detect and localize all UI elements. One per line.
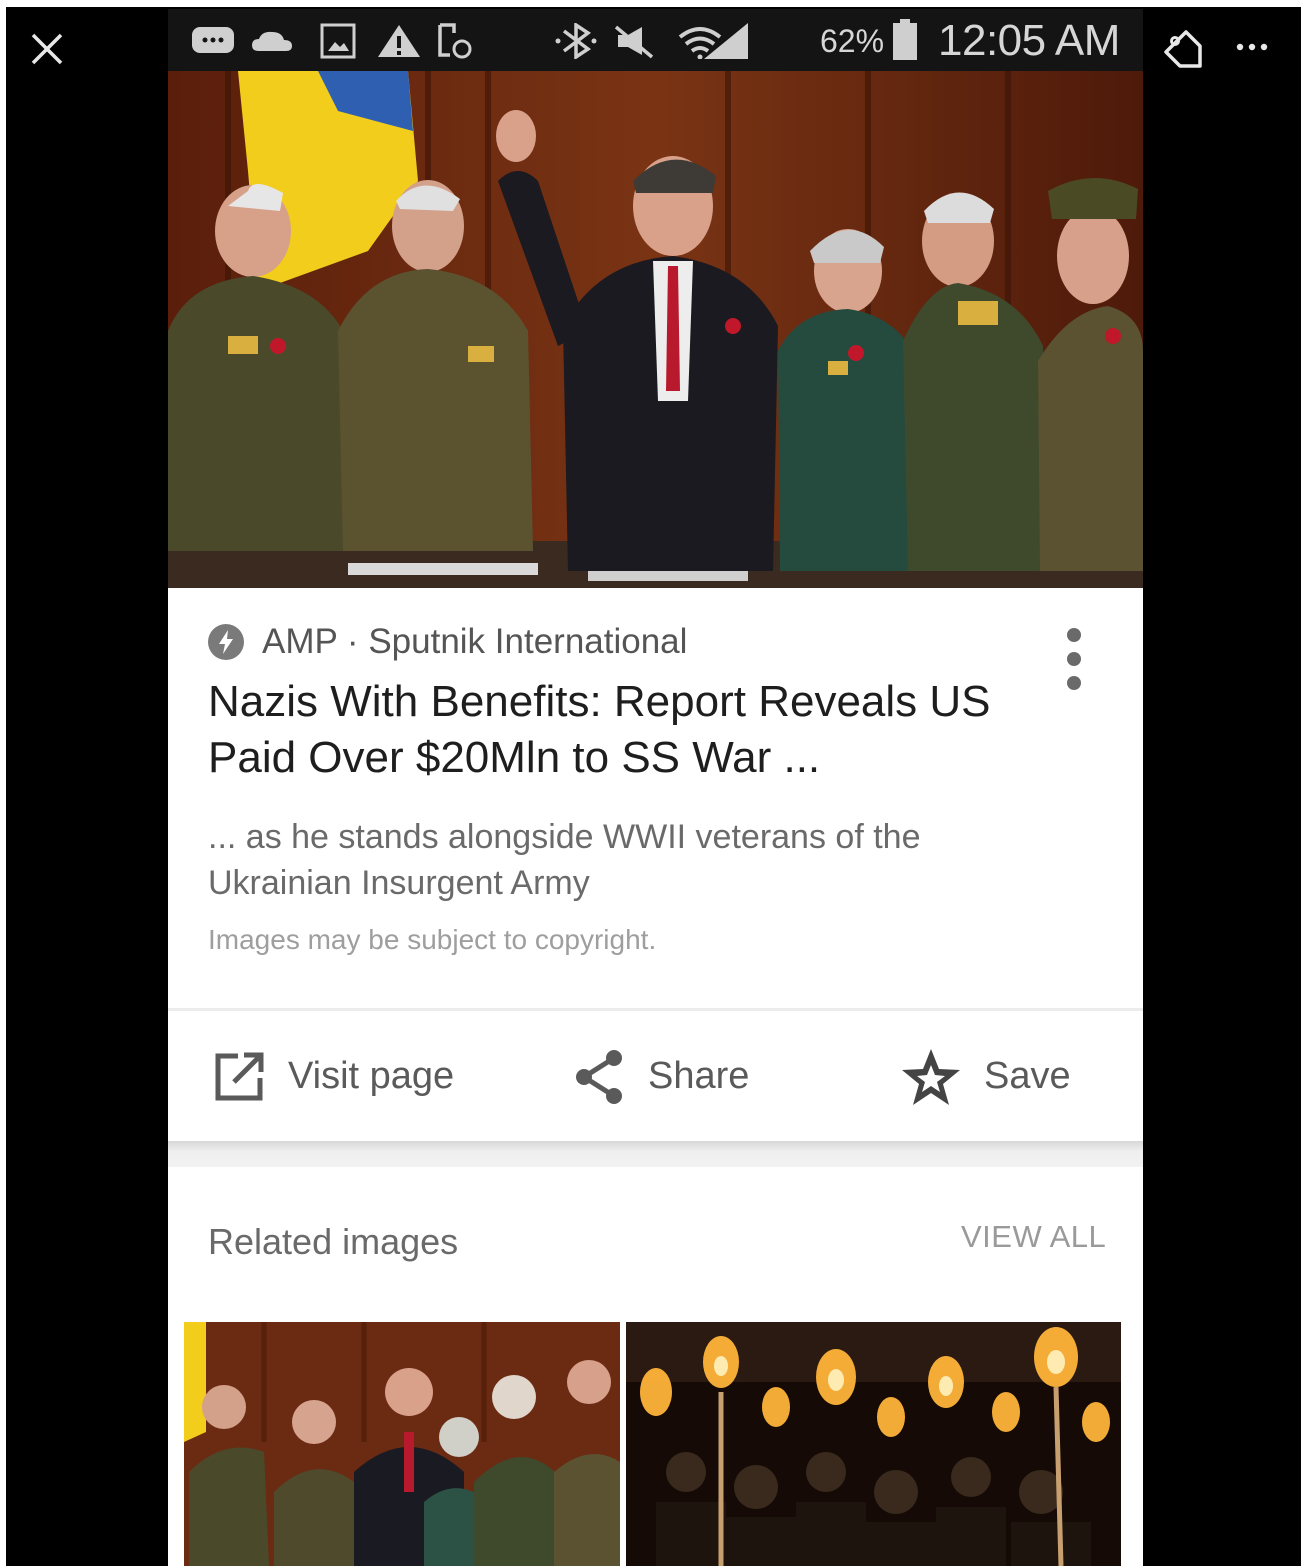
source-label: AMP · Sputnik International xyxy=(262,622,688,661)
screenshot-icon xyxy=(438,23,472,59)
share-button[interactable]: Share xyxy=(572,1012,749,1141)
cloud-icon xyxy=(252,31,292,51)
photo-veterans xyxy=(168,71,1143,588)
amp-lightning-icon xyxy=(208,624,244,660)
visit-page-label: Visit page xyxy=(288,1055,455,1097)
close-icon[interactable] xyxy=(28,30,66,68)
clock: 12:05 AM xyxy=(938,16,1120,65)
related-images-heading: Related images xyxy=(208,1221,459,1262)
more-horizontal-icon[interactable] xyxy=(1232,32,1272,62)
result-title[interactable]: Nazis With Benefits: Report Reveals US P… xyxy=(208,674,1048,786)
bluetooth-icon xyxy=(555,23,597,59)
result-image[interactable] xyxy=(168,71,1143,588)
screenshot-border-right xyxy=(1301,0,1307,1566)
battery-percentage: 62% xyxy=(820,23,885,59)
related-images-section: Related images VIEW ALL xyxy=(168,1167,1143,1566)
share-label: Share xyxy=(648,1055,750,1097)
save-button[interactable]: Save xyxy=(900,1012,1071,1141)
copyright-notice: Images may be subject to copyright. xyxy=(208,924,657,955)
mute-icon xyxy=(614,25,654,59)
tag-icon[interactable] xyxy=(1160,26,1206,72)
share-icon xyxy=(576,1049,622,1104)
divider xyxy=(168,1008,1143,1011)
open-external-icon xyxy=(215,1052,264,1100)
section-gap xyxy=(168,1141,1143,1167)
related-image-thumbnail[interactable] xyxy=(626,1322,1121,1566)
related-image-thumbnail[interactable] xyxy=(184,1322,620,1566)
result-snippet: ... as he stands alongside WWII veterans… xyxy=(208,818,921,902)
save-label: Save xyxy=(984,1055,1071,1097)
action-bar: Visit page Share Save xyxy=(168,1012,1143,1141)
photo-veterans-group xyxy=(184,1322,620,1566)
image-icon xyxy=(320,23,356,59)
warning-icon xyxy=(378,25,420,57)
photo-torchlight-march xyxy=(626,1322,1121,1566)
message-icon xyxy=(192,27,234,53)
screenshot-border-top xyxy=(0,0,1307,7)
source-row[interactable]: AMP · Sputnik International xyxy=(208,620,687,664)
visit-page-button[interactable]: Visit page xyxy=(212,1012,454,1141)
view-all-link[interactable]: VIEW ALL xyxy=(961,1219,1106,1255)
battery-icon xyxy=(893,19,917,60)
more-vertical-icon[interactable] xyxy=(1056,626,1092,692)
result-card: AMP · Sputnik International Nazis With B… xyxy=(168,588,1143,1141)
star-icon xyxy=(902,1048,960,1105)
status-icons xyxy=(192,23,748,59)
status-bar: 62% 12:05 AM xyxy=(168,9,1143,71)
screenshot-border-left xyxy=(0,0,6,1566)
